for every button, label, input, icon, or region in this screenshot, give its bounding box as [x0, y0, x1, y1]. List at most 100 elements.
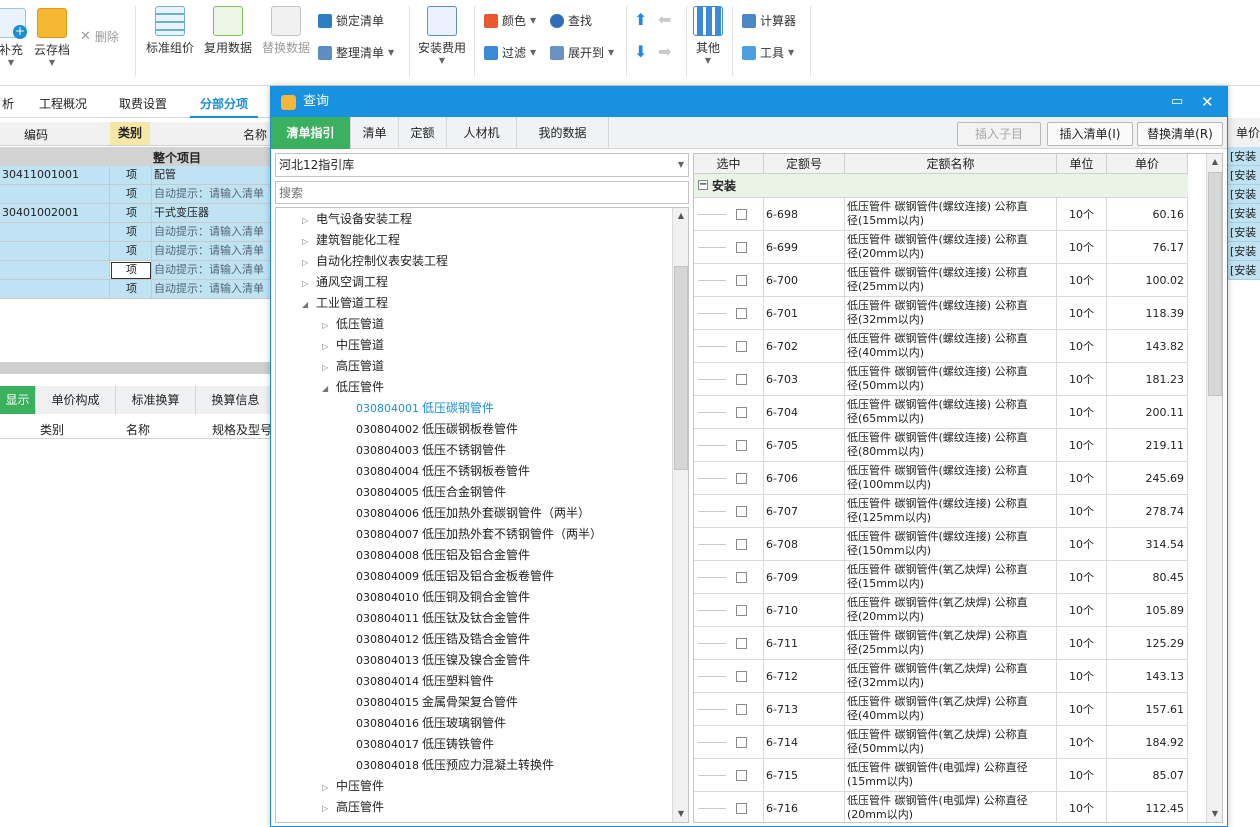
triangle-down-icon[interactable]: ◢: [302, 294, 316, 315]
triangle-right-icon[interactable]: ▷: [322, 336, 336, 357]
tree-scrollbar[interactable]: ▲ ▼: [672, 208, 688, 822]
tree-node[interactable]: 030804015 金属骨架复合管件: [356, 692, 518, 713]
std-price-button[interactable]: 标准组价: [143, 6, 197, 56]
delete-button[interactable]: ✕ 删除: [80, 28, 119, 45]
row-checkbox[interactable]: [736, 242, 747, 253]
tree-node[interactable]: ▷ 中压管件: [322, 776, 384, 797]
tab-fee-settings[interactable]: 取费设置: [110, 90, 176, 118]
row-checkbox[interactable]: [736, 539, 747, 550]
scroll-down-icon[interactable]: ▼: [673, 806, 688, 822]
color-button[interactable]: 颜色 ▼: [484, 12, 536, 29]
triangle-right-icon[interactable]: ▷: [322, 798, 336, 819]
table-row[interactable]: 6-700 低压管件 碳钢管件(螺纹连接) 公称直 径(25mm以内) 10个 100.…: [694, 264, 1188, 297]
row-type[interactable]: 项: [110, 261, 152, 280]
table-row[interactable]: 6-699 低压管件 碳钢管件(螺纹连接) 公称直 径(20mm以内) 10个 76.1…: [694, 231, 1188, 264]
table-row[interactable]: 6-711 低压管件 碳钢管件(氧乙炔焊) 公称直 径(25mm以内) 10个 125.…: [694, 627, 1188, 660]
table-row[interactable]: 6-716 低压管件 碳钢管件(电弧焊) 公称直径 (20mm以内) 10个 112.4…: [694, 792, 1188, 822]
tab-list-guide[interactable]: 清单指引: [271, 117, 351, 149]
table-row[interactable]: 6-712 低压管件 碳钢管件(氧乙炔焊) 公称直 径(32mm以内) 10个 143.…: [694, 660, 1188, 693]
tree-node[interactable]: ▷ 高压管道: [322, 356, 384, 377]
row-checkbox[interactable]: [736, 275, 747, 286]
row-checkbox[interactable]: [736, 506, 747, 517]
tree-node[interactable]: 030804017 低压铸铁管件: [356, 734, 494, 755]
table-scrollbar[interactable]: ▲ ▼: [1206, 154, 1222, 822]
row-name[interactable]: 自动提示：请输入清单: [152, 261, 272, 280]
move-left-icon[interactable]: ⬅: [658, 10, 671, 29]
table-row[interactable]: 项自动提示：请输入清单: [0, 242, 272, 261]
table-row[interactable]: 6-714 低压管件 碳钢管件(氧乙炔焊) 公称直 径(50mm以内) 10个 184.…: [694, 726, 1188, 759]
tree-node[interactable]: ▷ 自动化控制仪表安装工程: [302, 251, 448, 272]
supplement-button[interactable]: + 补充 ▼: [0, 8, 27, 67]
scroll-up-icon[interactable]: ▲: [673, 208, 688, 224]
tree-node[interactable]: 030804002 低压碳钢板卷管件: [356, 419, 518, 440]
triangle-right-icon[interactable]: ▷: [302, 231, 316, 252]
table-row[interactable]: 项自动提示：请输入清单: [0, 185, 272, 204]
expand-to-button[interactable]: 展开到 ▼: [550, 44, 614, 61]
table-row[interactable]: 6-710 低压管件 碳钢管件(氧乙炔焊) 公称直 径(20mm以内) 10个 105.…: [694, 594, 1188, 627]
maximize-icon[interactable]: ▭: [1171, 87, 1183, 117]
row-name[interactable]: 自动提示：请输入清单: [152, 223, 272, 242]
splitter[interactable]: [0, 362, 272, 374]
move-down-icon[interactable]: ⬇: [634, 42, 647, 61]
replace-data-button[interactable]: 替换数据: [259, 6, 313, 56]
triangle-down-icon[interactable]: ◢: [322, 378, 336, 399]
tab-sub-items[interactable]: 分部分项: [190, 90, 258, 118]
table-row[interactable]: 6-706 低压管件 碳钢管件(螺纹连接) 公称直 径(100mm以内) 10个 245…: [694, 462, 1188, 495]
row-name[interactable]: 配管: [152, 166, 272, 185]
table-scroll-thumb[interactable]: [1208, 172, 1222, 396]
row-name[interactable]: 自动提示：请输入清单: [152, 280, 272, 299]
whole-project-row[interactable]: 整个项目: [0, 147, 272, 166]
triangle-right-icon[interactable]: ▷: [302, 273, 316, 294]
tab-overview[interactable]: 工程概况: [32, 90, 94, 118]
row-checkbox[interactable]: [736, 407, 747, 418]
table-row[interactable]: 6-715 低压管件 碳钢管件(电弧焊) 公称直径 (15mm以内) 10个 85.07: [694, 759, 1188, 792]
tree-node[interactable]: 030804007 低压加热外套不锈钢管件（两半）: [356, 524, 602, 545]
tab-my-data[interactable]: 我的数据: [517, 117, 609, 149]
table-row[interactable]: 6-704 低压管件 碳钢管件(螺纹连接) 公称直 径(65mm以内) 10个 200.…: [694, 396, 1188, 429]
row-checkbox[interactable]: [736, 704, 747, 715]
tree-node[interactable]: 030804005 低压合金钢管件: [356, 482, 506, 503]
tab-conversion-info[interactable]: 换算信息: [196, 386, 276, 414]
row-type[interactable]: 项: [110, 204, 152, 223]
row-checkbox[interactable]: [736, 671, 747, 682]
filter-button[interactable]: 过滤 ▼: [484, 44, 536, 61]
table-row[interactable]: 6-707 低压管件 碳钢管件(螺纹连接) 公称直 径(125mm以内) 10个 278…: [694, 495, 1188, 528]
table-row[interactable]: 6-705 低压管件 碳钢管件(螺纹连接) 公称直 径(80mm以内) 10个 219.…: [694, 429, 1188, 462]
row-type[interactable]: 项: [110, 223, 152, 242]
tree-node[interactable]: 030804004 低压不锈钢板卷管件: [356, 461, 530, 482]
tree-node[interactable]: 030804011 低压钛及钛合金管件: [356, 608, 530, 629]
triangle-right-icon[interactable]: ▷: [322, 315, 336, 336]
row-type[interactable]: 项: [110, 242, 152, 261]
tab-unit-price[interactable]: 单价构成: [36, 386, 116, 414]
triangle-right-icon[interactable]: ▷: [322, 777, 336, 798]
row-type[interactable]: 项: [110, 166, 152, 185]
table-scroll-down-icon[interactable]: ▼: [1207, 806, 1222, 822]
row-checkbox[interactable]: [736, 605, 747, 616]
tree-node[interactable]: 030804006 低压加热外套碳钢管件（两半）: [356, 503, 590, 524]
row-checkbox[interactable]: [736, 374, 747, 385]
tree-node[interactable]: 030804018 低压预应力混凝土转换件: [356, 755, 554, 776]
row-checkbox[interactable]: [736, 308, 747, 319]
scroll-thumb[interactable]: [674, 266, 688, 470]
tree-node[interactable]: ◢ 低压管件: [322, 377, 384, 398]
table-row[interactable]: 6-709 低压管件 碳钢管件(氧乙炔焊) 公称直 径(15mm以内) 10个 80.4…: [694, 561, 1188, 594]
table-row[interactable]: 项自动提示：请输入清单: [0, 280, 272, 299]
table-row[interactable]: 6-702 低压管件 碳钢管件(螺纹连接) 公称直 径(40mm以内) 10个 143.…: [694, 330, 1188, 363]
tree-node[interactable]: 030804003 低压不锈钢管件: [356, 440, 506, 461]
tree-node[interactable]: ◢ 工业管道工程: [302, 293, 388, 314]
table-row[interactable]: 项自动提示：请输入清单: [0, 223, 272, 242]
table-row[interactable]: 6-698 低压管件 碳钢管件(螺纹连接) 公称直 径(15mm以内) 10个 60.1…: [694, 198, 1188, 231]
arrange-list-button[interactable]: 整理清单 ▼: [318, 44, 394, 61]
tree-node[interactable]: ▷ 通风空调工程: [302, 272, 388, 293]
row-checkbox[interactable]: [736, 572, 747, 583]
reuse-data-button[interactable]: 复用数据: [201, 6, 255, 56]
collapse-icon[interactable]: −: [698, 180, 708, 190]
row-checkbox[interactable]: [736, 341, 747, 352]
tree-node[interactable]: 030804001 低压碳钢管件: [356, 398, 494, 419]
table-row[interactable]: 6-713 低压管件 碳钢管件(氧乙炔焊) 公称直 径(40mm以内) 10个 157.…: [694, 693, 1188, 726]
tab-analysis[interactable]: 析: [0, 90, 16, 118]
tree-node[interactable]: ▷ 高压管件: [322, 797, 384, 818]
insert-list-button[interactable]: 插入清单(I): [1047, 122, 1133, 146]
triangle-right-icon[interactable]: ▷: [302, 252, 316, 273]
row-checkbox[interactable]: [736, 473, 747, 484]
